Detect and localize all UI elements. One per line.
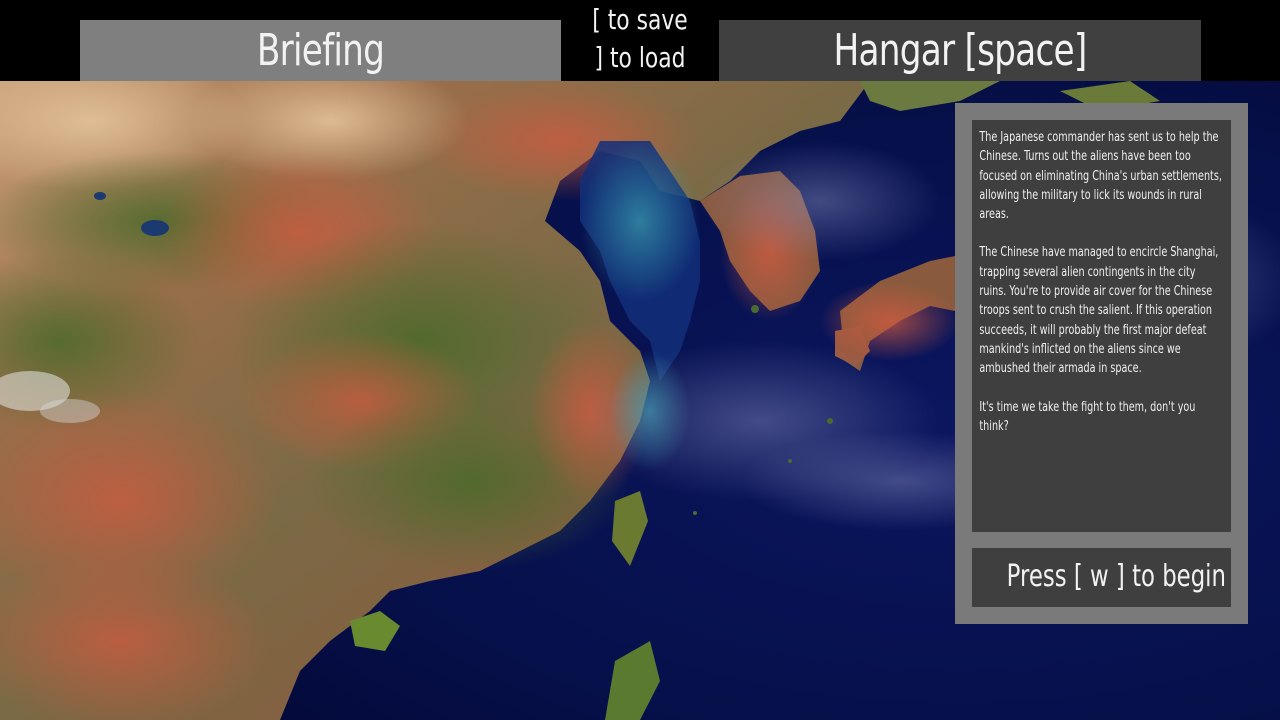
briefing-paragraph: The Chinese have managed to encircle Sha… — [979, 245, 1219, 377]
briefing-paragraph: The Japanese commander has sent us to he… — [979, 130, 1222, 223]
load-hint: ] to load — [594, 41, 686, 74]
briefing-panel: The Japanese commander has sent us to he… — [955, 103, 1248, 624]
tab-hangar-label: Hangar [space] — [833, 25, 1088, 76]
save-hint: [ to save — [592, 3, 688, 36]
save-load-hint: [ to save ] to load — [561, 0, 719, 81]
begin-mission-button[interactable]: Press [ w ] to begin — [972, 548, 1231, 607]
tab-hangar[interactable]: Hangar [space] — [719, 20, 1201, 81]
top-bar: Briefing [ to save ] to load Hangar [spa… — [0, 0, 1280, 81]
game-screen: Briefing [ to save ] to load Hangar [spa… — [0, 0, 1280, 720]
begin-mission-label: Press [ w ] to begin — [1006, 559, 1226, 594]
tab-briefing-label: Briefing — [256, 25, 385, 76]
tab-briefing[interactable]: Briefing — [80, 20, 561, 81]
briefing-text-box: The Japanese commander has sent us to he… — [972, 120, 1231, 532]
briefing-paragraph: It's time we take the fight to them, don… — [979, 399, 1196, 434]
